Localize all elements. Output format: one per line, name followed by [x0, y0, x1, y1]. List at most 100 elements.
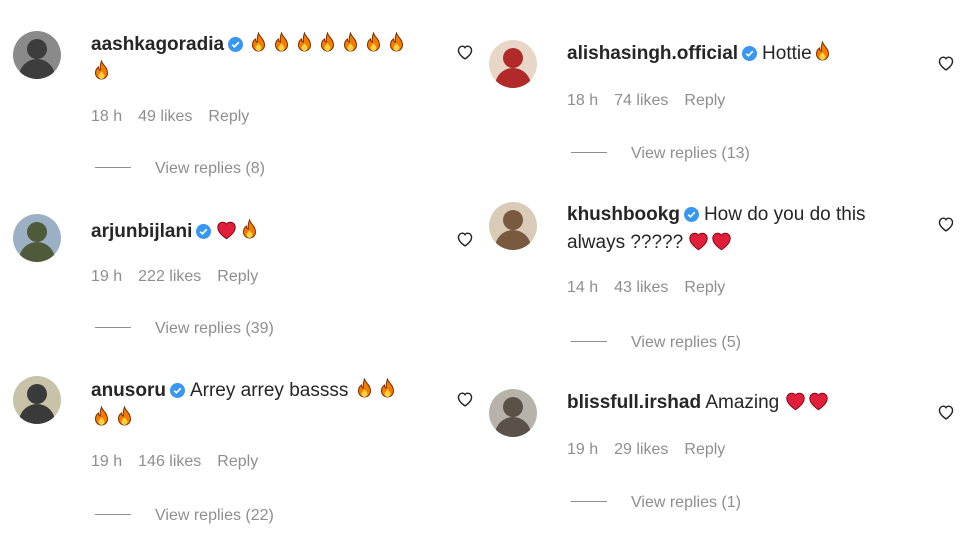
- like-heart-icon[interactable]: [456, 231, 474, 247]
- avatar[interactable]: [13, 214, 61, 262]
- comment-username[interactable]: alishasingh.official: [567, 43, 738, 64]
- comment-username[interactable]: blissfull.irshad: [567, 392, 701, 413]
- fire-icon: [354, 378, 375, 400]
- replies-divider: [571, 341, 607, 342]
- fire-icon: [248, 32, 269, 54]
- avatar[interactable]: [489, 389, 537, 437]
- avatar[interactable]: [13, 376, 61, 424]
- comment-meta: 19 h 222 likes Reply: [91, 268, 274, 286]
- comment-meta: 19 h 146 likes Reply: [91, 453, 274, 471]
- view-replies-label: View replies (22): [155, 507, 274, 524]
- heart-icon: [808, 390, 829, 412]
- comment-time: 18 h: [91, 108, 123, 125]
- avatar[interactable]: [489, 202, 537, 250]
- avatar-head: [503, 48, 523, 68]
- comment-text: alishasingh.official Hottie: [567, 40, 917, 68]
- comment-meta: 18 h 74 likes Reply: [567, 92, 741, 110]
- avatar-body: [495, 230, 531, 250]
- view-replies-label: View replies (8): [155, 160, 265, 177]
- like-heart-icon[interactable]: [456, 391, 474, 407]
- verified-badge-icon: [742, 42, 758, 61]
- fire-icon: [271, 32, 292, 54]
- comment-body: How do you do this: [703, 204, 866, 225]
- comment-body: Hottie: [762, 43, 812, 64]
- fire-icon: [812, 41, 833, 63]
- reply-button[interactable]: Reply: [208, 108, 249, 125]
- view-replies-button[interactable]: View replies (22): [95, 507, 274, 525]
- avatar[interactable]: [13, 31, 61, 79]
- comment-time: 14 h: [567, 279, 599, 296]
- comment-time: 18 h: [567, 92, 599, 109]
- heart-icon: [688, 230, 709, 252]
- comment-username[interactable]: anusoru: [91, 380, 166, 401]
- comment-time: 19 h: [91, 453, 123, 470]
- avatar-head: [27, 222, 47, 242]
- avatar-body: [495, 68, 531, 88]
- view-replies-button[interactable]: View replies (13): [571, 145, 750, 163]
- reply-button[interactable]: Reply: [684, 92, 725, 109]
- heart-icon: [711, 230, 732, 252]
- comment-text: blissfull.irshad Amazing: [567, 389, 917, 417]
- avatar-head: [503, 397, 523, 417]
- comment-body: Arrey arrey bassss: [189, 380, 349, 401]
- comment-time: 19 h: [91, 268, 123, 285]
- fire-icon: [294, 32, 315, 54]
- comment-likes[interactable]: 43 likes: [614, 279, 668, 296]
- comment-text: anusoru Arrey arrey bassss: [91, 377, 431, 433]
- fire-icon: [114, 406, 135, 428]
- reply-button[interactable]: Reply: [217, 268, 258, 285]
- comment-username[interactable]: arjunbijlani: [91, 221, 192, 242]
- view-replies-button[interactable]: View replies (1): [571, 494, 741, 512]
- comment-body-line2: always ?????: [567, 232, 684, 253]
- avatar-head: [503, 210, 523, 230]
- like-heart-icon[interactable]: [456, 44, 474, 60]
- comment-likes[interactable]: 222 likes: [138, 268, 201, 285]
- comment-text: aashkagoradia: [91, 31, 431, 87]
- fire-icon: [91, 60, 112, 82]
- reply-button[interactable]: Reply: [684, 279, 725, 296]
- avatar-body: [19, 242, 55, 262]
- replies-divider: [95, 167, 131, 168]
- view-replies-button[interactable]: View replies (8): [95, 160, 265, 178]
- comment-username[interactable]: aashkagoradia: [91, 34, 224, 55]
- replies-divider: [95, 514, 131, 515]
- verified-badge-icon: [169, 379, 185, 398]
- like-heart-icon[interactable]: [937, 404, 955, 420]
- comment-meta: 14 h 43 likes Reply: [567, 279, 741, 297]
- comment-meta: 18 h 49 likes Reply: [91, 108, 265, 126]
- reply-button[interactable]: Reply: [684, 441, 725, 458]
- avatar-body: [19, 59, 55, 79]
- avatar-head: [27, 39, 47, 59]
- view-replies-button[interactable]: View replies (39): [95, 320, 274, 338]
- fire-icon: [91, 406, 112, 428]
- comment-likes[interactable]: 29 likes: [614, 441, 668, 458]
- view-replies-label: View replies (13): [631, 145, 750, 162]
- fire-icon: [377, 378, 398, 400]
- fire-icon: [239, 219, 260, 241]
- fire-icon: [317, 32, 338, 54]
- replies-divider: [95, 327, 131, 328]
- comment-likes[interactable]: 49 likes: [138, 108, 192, 125]
- comment-likes[interactable]: 74 likes: [614, 92, 668, 109]
- comment-text: khushbookg How do you do this always ?????: [567, 201, 917, 257]
- view-replies-label: View replies (1): [631, 494, 741, 511]
- like-heart-icon[interactable]: [937, 216, 955, 232]
- verified-badge-icon: [683, 203, 699, 222]
- verified-badge-icon: [196, 220, 212, 239]
- fire-icon: [340, 32, 361, 54]
- view-replies-button[interactable]: View replies (5): [571, 334, 741, 352]
- view-replies-label: View replies (5): [631, 334, 741, 351]
- heart-icon: [216, 219, 237, 241]
- like-heart-icon[interactable]: [937, 55, 955, 71]
- comment-likes[interactable]: 146 likes: [138, 453, 201, 470]
- avatar[interactable]: [489, 40, 537, 88]
- comment-time: 19 h: [567, 441, 599, 458]
- avatar-body: [495, 417, 531, 437]
- reply-button[interactable]: Reply: [217, 453, 258, 470]
- replies-divider: [571, 501, 607, 502]
- heart-icon: [785, 390, 806, 412]
- comment-body: Amazing: [705, 392, 780, 413]
- verified-badge-icon: [228, 33, 244, 52]
- avatar-body: [19, 404, 55, 424]
- comment-username[interactable]: khushbookg: [567, 204, 680, 225]
